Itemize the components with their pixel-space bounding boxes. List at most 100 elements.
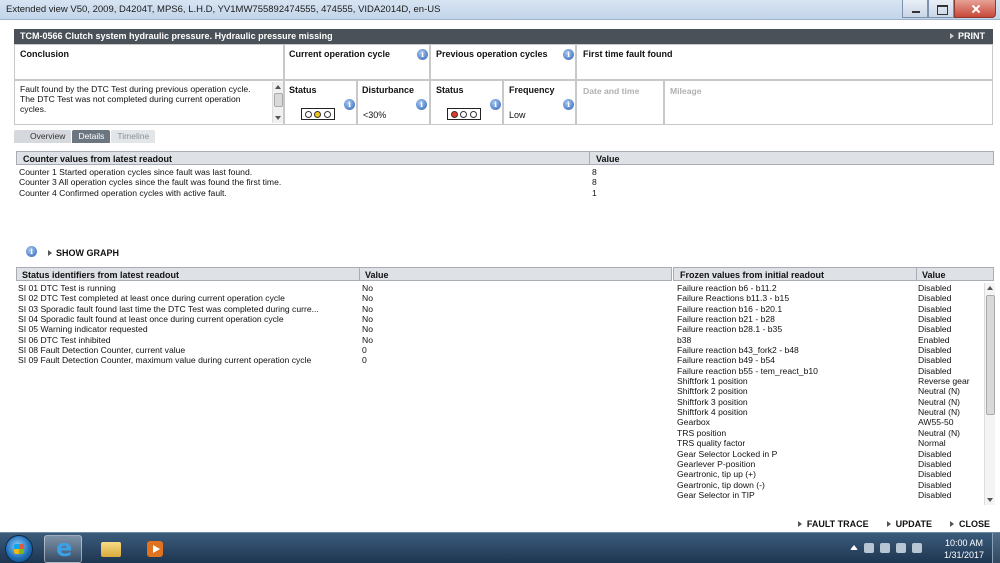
scroll-up-icon[interactable] (275, 85, 281, 89)
table-row: TRS position Neutral (N) (677, 428, 982, 438)
current-cycle-header-cell: Current operation cycle i (284, 44, 430, 80)
arrow-right-icon (886, 521, 891, 527)
table-row: Gear Selector Locked in P Disabled (677, 449, 982, 459)
info-icon[interactable]: i (416, 99, 427, 110)
print-button[interactable]: PRINT (950, 31, 985, 41)
flag-icon[interactable] (864, 543, 874, 553)
start-button[interactable] (5, 535, 33, 563)
row-label: SI 04 Sporadic fault found at least once… (18, 314, 284, 325)
window-title-bar: Extended view V50, 2009, D4204T, MPS6, L… (0, 0, 1000, 20)
info-icon[interactable]: i (417, 49, 428, 60)
table-row: Gear Selector in TIP Disabled (677, 490, 982, 500)
frozen-scrollbar[interactable] (984, 283, 995, 505)
scroll-up-icon[interactable] (987, 286, 993, 290)
row-label: Shiftfork 1 position (677, 376, 748, 387)
table-row: SI 01 DTC Test is running No (18, 283, 668, 293)
table-row: SI 04 Sporadic fault found at least once… (18, 314, 668, 324)
row-label: Shiftfork 4 position (677, 407, 748, 418)
close-button[interactable]: CLOSE (949, 519, 990, 529)
table-row: Counter 3 All operation cycles since the… (19, 177, 994, 187)
window-close-button[interactable] (954, 0, 996, 18)
row-label: Failure reaction b6 - b11.2 (677, 283, 777, 293)
fault-trace-label: FAULT TRACE (806, 519, 869, 529)
row-value: 0 (362, 345, 367, 356)
dtc-title: TCM-0566 Clutch system hydraulic pressur… (20, 31, 333, 41)
row-value: Disabled (918, 365, 952, 376)
column-divider (916, 268, 917, 280)
table-row: Counter 4 Confirmed operation cycles wit… (19, 188, 994, 198)
tab-details[interactable]: Details (72, 130, 111, 143)
row-label: Geartronic, tip down (-) (677, 479, 765, 490)
tab-overview[interactable]: Overview (14, 130, 72, 143)
row-label: b38 (677, 334, 692, 345)
row-value: Neutral (N) (918, 386, 961, 397)
row-label: Shiftfork 2 position (677, 386, 748, 397)
conclusion-text-cell: Fault found by the DTC Test during previ… (14, 80, 284, 125)
taskbar-clock[interactable]: 10:00 AM 1/31/2017 (940, 537, 988, 561)
table-row: Shiftfork 2 position Neutral (N) (677, 386, 982, 396)
row-label: SI 05 Warning indicator requested (18, 324, 148, 335)
volume-icon[interactable] (912, 543, 922, 553)
column-divider (359, 268, 360, 280)
row-value: No (362, 303, 373, 314)
row-label: Counter 3 All operation cycles since the… (19, 177, 282, 188)
conclusion-text: Fault found by the DTC Test during previ… (20, 84, 251, 114)
current-status-label: Status (289, 85, 317, 95)
tab-timeline[interactable]: Timeline (111, 130, 156, 143)
table-row: SI 08 Fault Detection Counter, current v… (18, 345, 668, 355)
print-label: PRINT (958, 31, 985, 41)
info-icon[interactable]: i (490, 99, 501, 110)
table-row: SI 02 DTC Test completed at least once d… (18, 293, 668, 303)
indicator-lamp-2 (314, 110, 322, 118)
row-value: Disabled (918, 448, 952, 459)
frozen-table-header: Frozen values from initial readout Value (673, 267, 994, 281)
row-label: Failure reaction b28.1 - b35 (677, 324, 783, 335)
internet-explorer-icon[interactable] (44, 534, 82, 563)
network-icon[interactable] (880, 543, 890, 553)
scroll-thumb[interactable] (986, 295, 995, 415)
tray-expand-icon[interactable] (850, 545, 858, 550)
indicator-lamp-3 (469, 110, 477, 118)
maximize-button[interactable] (928, 0, 954, 18)
table-row: SI 09 Fault Detection Counter, maximum v… (18, 355, 668, 365)
previous-cycles-title: Previous operation cycles (436, 49, 548, 59)
minimize-button[interactable] (902, 0, 928, 18)
row-label: Failure reaction b21 - b28 (677, 314, 775, 325)
frozen-col-value: Value (922, 270, 946, 280)
table-row: Failure reaction b28.1 - b35 Disabled (677, 324, 982, 334)
row-label: Failure reaction b16 - b20.1 (677, 303, 783, 314)
row-label: TRS position (677, 427, 727, 438)
row-value: Enabled (918, 334, 950, 345)
frequency-value: Low (509, 110, 526, 120)
fault-trace-button[interactable]: FAULT TRACE (797, 519, 869, 529)
table-row: Failure reaction b49 - b54 Disabled (677, 355, 982, 365)
system-tray (850, 543, 922, 553)
table-row: Shiftfork 4 position Neutral (N) (677, 407, 982, 417)
row-value: Disabled (918, 345, 952, 356)
table-row: Failure reaction b43_fork2 - b48 Disabled (677, 345, 982, 355)
signal-icon[interactable] (896, 543, 906, 553)
scroll-down-icon[interactable] (987, 498, 993, 502)
info-icon[interactable]: i (26, 246, 37, 257)
show-desktop-button[interactable] (992, 533, 1000, 563)
show-graph-button[interactable]: SHOW GRAPH (48, 248, 119, 258)
bottom-actions: FAULT TRACE UPDATE CLOSE (797, 519, 990, 529)
indicator-lamp-1 (451, 110, 459, 118)
row-label: SI 08 Fault Detection Counter, current v… (18, 345, 186, 356)
info-icon[interactable]: i (563, 99, 574, 110)
info-icon[interactable]: i (563, 49, 574, 60)
table-row: Failure Reactions b11.3 - b15 Disabled (677, 293, 982, 303)
info-icon[interactable]: i (344, 99, 355, 110)
row-label: Gear Selector in TIP (677, 489, 755, 500)
media-player-icon[interactable] (136, 535, 174, 563)
row-value: Neutral (N) (918, 407, 961, 418)
conclusion-scrollbar[interactable] (272, 82, 283, 123)
row-label: SI 06 DTC Test inhibited (18, 334, 111, 345)
row-label: Gearbox (677, 417, 710, 428)
row-value: Neutral (N) (918, 427, 961, 438)
scroll-thumb[interactable] (274, 93, 283, 107)
folder-icon[interactable] (92, 535, 130, 563)
indicator-lamp-2 (460, 110, 468, 118)
update-button[interactable]: UPDATE (886, 519, 932, 529)
scroll-down-icon[interactable] (275, 116, 281, 120)
